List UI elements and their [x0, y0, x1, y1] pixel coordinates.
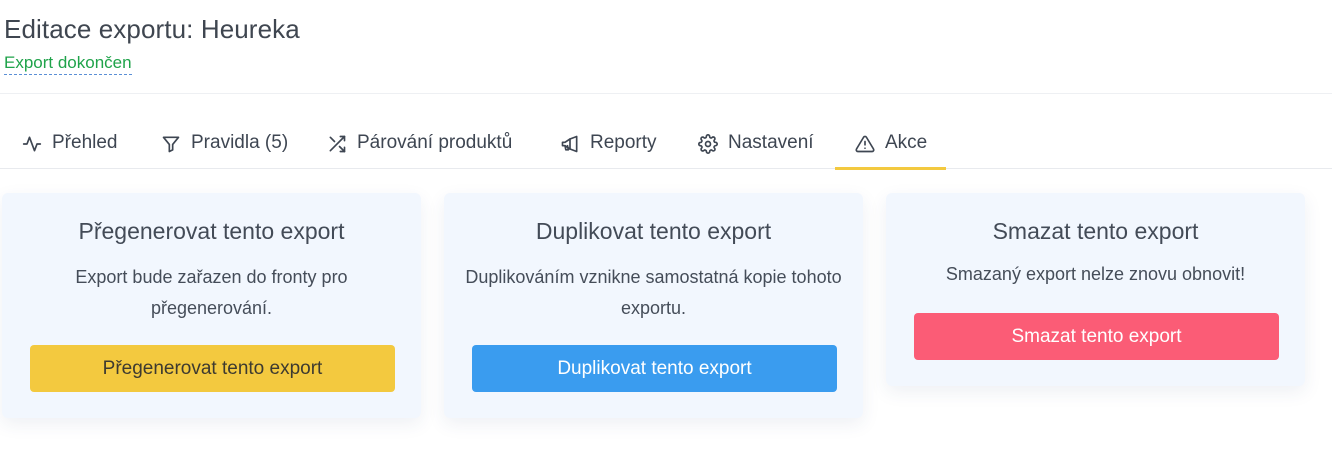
shuffle-icon: [327, 134, 347, 154]
tab-label: Reporty: [590, 132, 657, 153]
delete-card-title: Smazat tento export: [992, 218, 1199, 244]
tab-bar: Přehled Pravidla (5) Párování produktů R…: [0, 120, 1332, 170]
tab-label: Párování produktů: [357, 132, 513, 153]
delete-button[interactable]: Smazat tento export: [914, 313, 1279, 360]
regenerate-card-description: Export bude zařazen do fronty pro přegen…: [75, 267, 348, 318]
activity-icon: [22, 134, 42, 154]
tab-label: Přehled: [52, 132, 118, 153]
duplicate-card: Duplikovat tento export Duplikováním vzn…: [444, 193, 863, 418]
gear-icon: [698, 134, 718, 154]
warning-icon: [855, 134, 875, 154]
tab-parovani-produktu[interactable]: Párování produktů: [327, 120, 512, 169]
tab-prehled[interactable]: Přehled: [22, 120, 118, 169]
tab-nastaveni[interactable]: Nastavení: [698, 120, 814, 169]
page-title: Editace exportu: Heureka: [4, 14, 300, 44]
header-divider: [0, 93, 1332, 94]
delete-card: Smazat tento export Smazaný export nelze…: [886, 193, 1305, 386]
megaphone-icon: [560, 134, 580, 154]
export-status-link[interactable]: Export dokončen: [4, 52, 132, 75]
tab-reporty[interactable]: Reporty: [560, 120, 657, 169]
regenerate-card: Přegenerovat tento export Export bude za…: [2, 193, 421, 418]
tab-label: Akce: [885, 132, 928, 153]
regenerate-button[interactable]: Přegenerovat tento export: [30, 345, 395, 392]
duplicate-card-description: Duplikováním vznikne samostatná kopie to…: [465, 267, 842, 318]
duplicate-card-title: Duplikovat tento export: [535, 218, 772, 244]
duplicate-button[interactable]: Duplikovat tento export: [472, 345, 837, 392]
filter-icon: [161, 134, 181, 154]
tab-akce[interactable]: Akce: [835, 120, 946, 170]
delete-card-description: Smazaný export nelze znovu obnovit!: [945, 264, 1246, 284]
regenerate-card-title: Přegenerovat tento export: [78, 218, 345, 244]
tab-label: Nastavení: [728, 132, 814, 153]
tab-pravidla[interactable]: Pravidla (5): [161, 120, 288, 169]
tab-label: Pravidla (5): [191, 132, 289, 153]
